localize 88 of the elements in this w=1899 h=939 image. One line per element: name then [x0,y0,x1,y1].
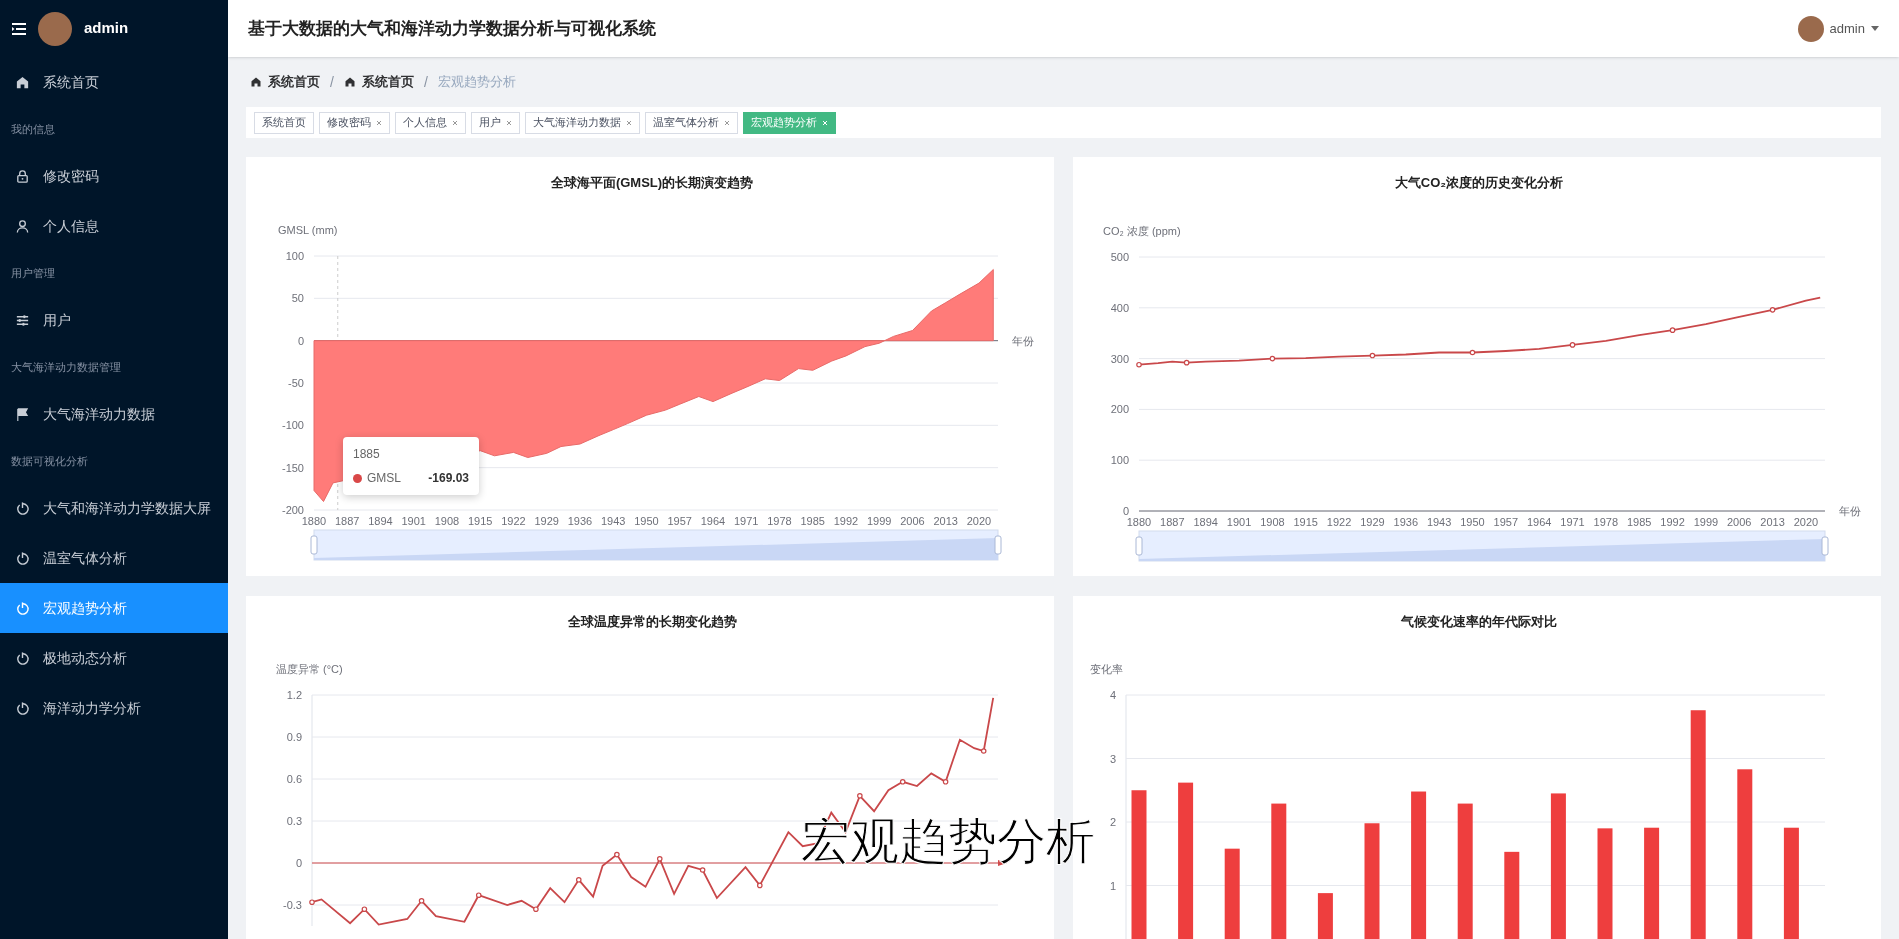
x-tick-label: 2006 [900,515,925,527]
y-tick-label: -100 [281,419,304,432]
y-axis-title: GMSL (mm) [278,224,338,236]
x-tick-label: 1950 [634,515,659,527]
app-title: 基于大数据的大气和海洋动力学数据分析与可视化系统 [248,17,656,40]
y-tick-label: 4 [1109,689,1116,701]
x-tick-label: 1894 [368,515,393,527]
x-tick-label: 1901 [1226,516,1252,528]
menu-section-label: 我的信息 [10,121,56,137]
y-tick-label: 100 [285,250,304,262]
x-tick-label: 1936 [1393,516,1418,528]
y-tick-label: 0 [297,334,304,347]
chart-title: 大气CO₂浓度的历史变化分析 [1394,175,1564,190]
x-tick-label: 1971 [1560,516,1585,528]
x-tick-label: 1978 [1593,516,1619,528]
y-tick-label: 1.2 [286,689,302,701]
y-tick-label: 0.9 [286,731,302,743]
menu-section-label: 数据可视化分析 [10,453,89,469]
x-tick-label: 1929 [534,515,559,527]
x-tick-label: 2020 [966,515,992,527]
x-tick-label: 2006 [1727,516,1752,528]
breadcrumb-current: 宏观趋势分析 [437,73,516,92]
y-tick-label: 2 [1109,816,1116,828]
x-tick-label: 1957 [1493,516,1519,528]
y-tick-label: -50 [288,377,304,389]
tooltip-title: 1885 [353,446,381,463]
x-tick-label: 1915 [1293,516,1318,528]
x-tick-label: 1950 [1460,516,1485,528]
y-axis-title: 变化率 [1090,663,1123,675]
breadcrumb-separator: / [329,72,335,92]
y-tick-label: -150 [281,461,304,474]
y-tick-label: 0 [1122,505,1129,517]
y-tick-label: -0.3 [283,899,302,911]
y-tick-label: 100 [1110,454,1129,467]
y-tick-label: 200 [1110,403,1129,416]
x-tick-label: 1985 [1626,516,1652,528]
y-tick-label: 0.6 [286,773,302,785]
x-tick-label: 1922 [1326,516,1352,528]
x-tick-label: 1964 [700,515,726,527]
x-tick-label: 1964 [1526,516,1552,528]
y-tick-label: 0 [295,857,302,869]
chart-title: 全球海平面(GMSL)的长期演变趋势 [550,175,754,190]
x-tick-label: 1887 [335,515,360,527]
y-axis-title: 温度异常 (°C) [276,663,343,675]
x-tick-label: 1957 [667,515,692,527]
x-tick-label: 1943 [1426,516,1452,528]
x-tick-label: 2013 [1760,516,1785,528]
x-tick-label: 1971 [734,515,759,527]
y-tick-label: 300 [1110,352,1129,365]
y-tick-label: 1 [1109,879,1116,892]
y-tick-label: 50 [291,292,304,305]
x-axis-title: 年份 [1839,505,1861,517]
x-tick-label: 1915 [468,515,493,527]
x-tick-label: 1887 [1160,516,1185,528]
chart-title: 全球温度异常的长期变化趋势 [567,614,737,629]
y-tick-label: -200 [281,504,304,516]
y-tick-label: 500 [1110,251,1129,263]
y-tick-label: 0.3 [286,815,302,827]
x-tick-label: 1992 [1660,516,1685,528]
x-tick-label: 1880 [1126,516,1152,528]
x-tick-label: 1901 [401,515,426,527]
y-axis-title: CO₂ 浓度 (ppm) [1103,225,1181,237]
x-tick-label: 1908 [434,515,460,527]
y-tick-label: 3 [1109,752,1116,765]
menu-section-label: 用户管理 [10,265,56,281]
x-tick-label: 1894 [1193,516,1218,528]
menu-section-label: 大气海洋动力数据管理 [10,359,122,375]
x-tick-label: 1908 [1260,516,1285,528]
x-axis-title: 年份 [1012,334,1034,347]
x-tick-label: 1992 [833,515,859,527]
chart-title: 气候变化速率的年代际对比 [1401,614,1557,629]
x-tick-label: 1978 [767,515,792,527]
x-tick-label: 1880 [301,515,327,527]
x-tick-label: 1985 [800,515,825,527]
series-name: GMSL [367,470,401,487]
subtitle-caption: 宏观趋势分析 [801,817,1095,866]
x-tick-label: 1999 [1693,516,1719,528]
x-tick-label: 1936 [567,515,593,527]
x-tick-label: 2013 [933,515,958,527]
user-name: admin [84,18,129,39]
x-tick-label: 1943 [601,515,626,527]
x-tick-label: 1922 [501,515,526,527]
x-tick-label: 1929 [1360,516,1385,528]
x-tick-label: 2020 [1793,516,1819,528]
series-value: -169.03 [428,470,469,487]
y-tick-label: 400 [1110,301,1129,314]
x-tick-label: 1999 [867,515,892,527]
breadcrumb-separator: / [422,72,429,92]
